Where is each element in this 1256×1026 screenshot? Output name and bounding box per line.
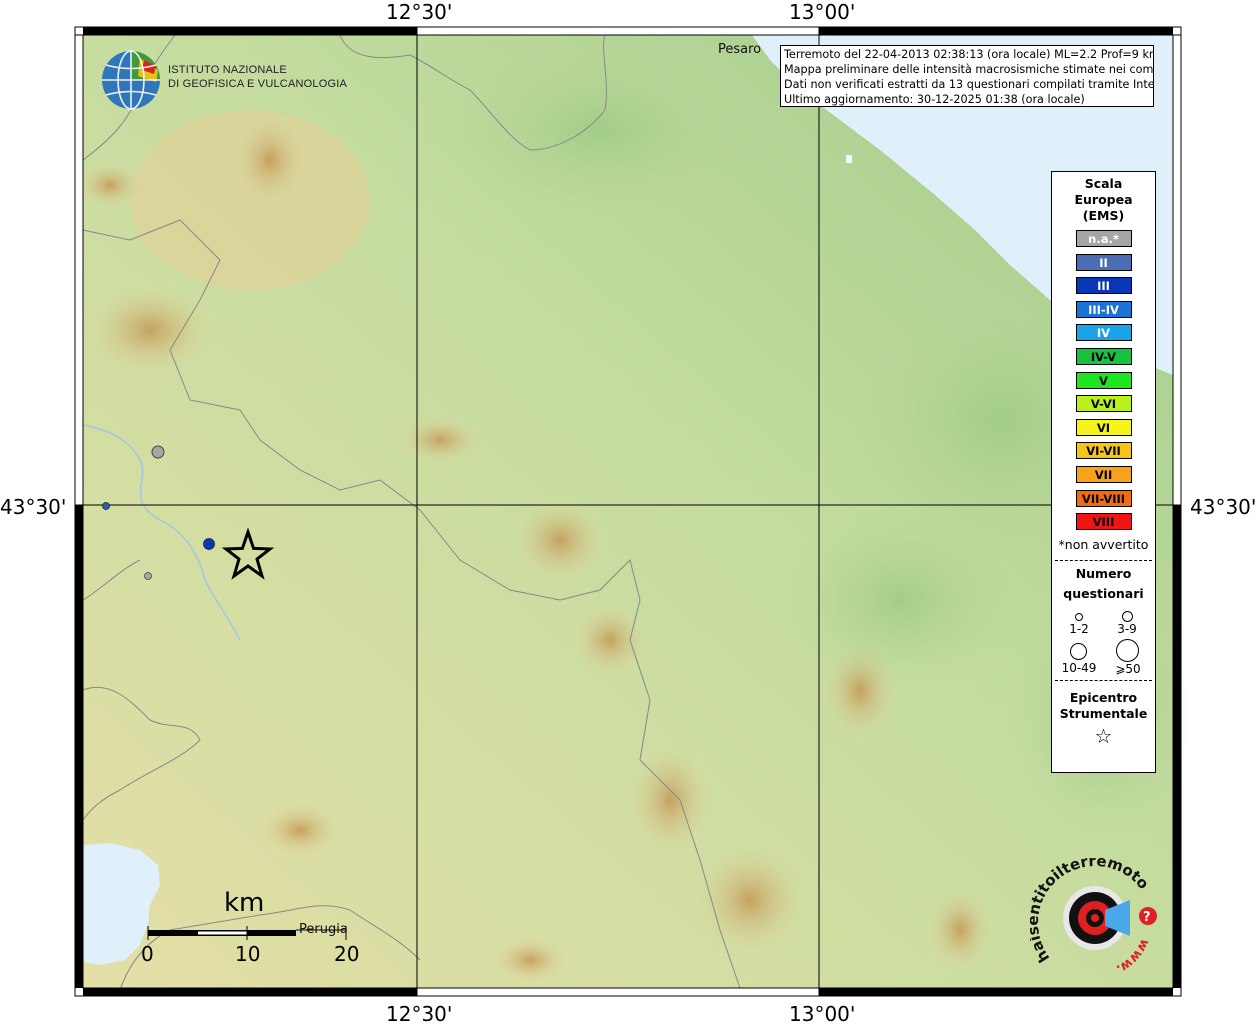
hsi-target-icon: ? haisentitoilterremoto.it www. — [1024, 844, 1157, 977]
coord-bottom-1230: 12°30' — [386, 1002, 453, 1026]
legend-divider-2 — [1055, 679, 1152, 681]
coord-top-1230: 12°30' — [386, 0, 453, 24]
ingv-logo — [100, 48, 164, 116]
event-info-box: Terremoto del 22-04-2013 02:38:13 (ora l… — [780, 45, 1154, 107]
scale-tick-0: 0 — [141, 942, 154, 966]
epicenter-title: Epicentro Strumentale — [1052, 690, 1155, 722]
ems-item: VII — [1075, 465, 1132, 483]
scale-tick-10: 10 — [235, 942, 261, 966]
ems-scale-list: n.a.* II III III-IV IV IV-V V V-VI VI VI-VII VII VI… — [1052, 230, 1155, 531]
hsi-www: www. — [1114, 936, 1153, 976]
count-title-line2: questionari — [1063, 585, 1144, 601]
ingv-name-line2: DI GEOFISICA E VULCANOLOGIA — [168, 78, 347, 90]
ingv-name-line1: ISTITUTO NAZIONALE — [168, 64, 287, 76]
scale-unit: km — [224, 888, 265, 918]
legend-note: *non avvertito — [1058, 536, 1149, 552]
ingv-globe-icon — [102, 50, 160, 110]
size-circle-10-49 — [1070, 642, 1087, 660]
legend-title: Scala Europea (EMS) — [1052, 176, 1155, 224]
scale-tick-20: 20 — [334, 942, 360, 966]
size-label-10-49: 10-49 — [1061, 660, 1097, 675]
count-title-line1: Numero — [1075, 565, 1132, 581]
obs-point-na-1[interactable] — [151, 445, 165, 459]
info-line-2: Mappa preliminare delle intensità macros… — [784, 63, 1154, 76]
coord-bottom-1300: 13°00' — [789, 1002, 856, 1026]
size-circle-50plus — [1116, 638, 1139, 662]
size-label-1-2: 1-2 — [1069, 621, 1089, 636]
obs-point-iii[interactable] — [203, 538, 215, 550]
info-line-3: Dati non verificati estratti da 13 quest… — [784, 78, 1154, 91]
ems-item: III — [1075, 277, 1132, 295]
info-line-1: Terremoto del 22-04-2013 02:38:13 (ora l… — [784, 48, 1154, 61]
size-label-3-9: 3-9 — [1117, 621, 1137, 636]
ems-item: III-IV — [1075, 300, 1132, 318]
place-pesaro: Pesaro — [718, 42, 762, 57]
coord-top-1300: 13°00' — [789, 0, 856, 24]
obs-point-ii[interactable] — [102, 502, 110, 510]
size-label-50plus: ⩾50 — [1115, 661, 1141, 676]
ems-legend: Scala Europea (EMS) n.a.* II III III-IV IV IV… — [1051, 171, 1156, 773]
coord-right-4330: 43°30' — [1190, 495, 1256, 519]
svg-text:www.: www. — [1114, 936, 1153, 976]
size-circle-1-2 — [1075, 612, 1083, 621]
ems-item: VI — [1075, 418, 1132, 436]
count-sizes: 1-2 3-9 10-49 ⩾50 — [1052, 604, 1155, 676]
hsi-logo: ? haisentitoilterremoto.it www. — [1024, 844, 1165, 982]
legend-title-line3: (EMS) — [1082, 208, 1125, 223]
ems-item: VIII — [1075, 513, 1132, 531]
epicenter-title-line1: Epicentro — [1069, 689, 1138, 705]
place-perugia: Perugia — [299, 922, 348, 937]
hsi-q: ? — [1143, 910, 1151, 925]
ems-item: V — [1075, 371, 1132, 389]
info-line-4: Ultimo aggiornamento: 30-12-2025 01:38 (… — [784, 93, 1085, 106]
ems-item: VII-VIII — [1075, 489, 1132, 507]
legend-title-line2: Europea — [1074, 192, 1133, 207]
epicenter-star-icon: ☆ — [1094, 723, 1113, 748]
legend-title-line1: Scala — [1084, 176, 1123, 191]
epicenter-title-line2: Strumentale — [1059, 705, 1148, 721]
obs-point-na-2[interactable] — [144, 572, 152, 580]
size-circle-3-9 — [1122, 610, 1133, 622]
ems-item: V-VI — [1075, 395, 1132, 413]
ems-item: n.a.* — [1075, 230, 1132, 247]
legend-divider-1 — [1055, 559, 1152, 561]
ems-item: IV-V — [1075, 347, 1132, 365]
ems-item: II — [1075, 253, 1132, 271]
ingv-name: ISTITUTO NAZIONALE DI GEOFISICA E VULCAN… — [168, 63, 347, 91]
ems-item: IV — [1075, 324, 1132, 342]
coord-left-4330: 43°30' — [0, 495, 67, 519]
ems-item: VI-VII — [1075, 442, 1132, 460]
count-title: Numero questionari — [1052, 564, 1155, 604]
